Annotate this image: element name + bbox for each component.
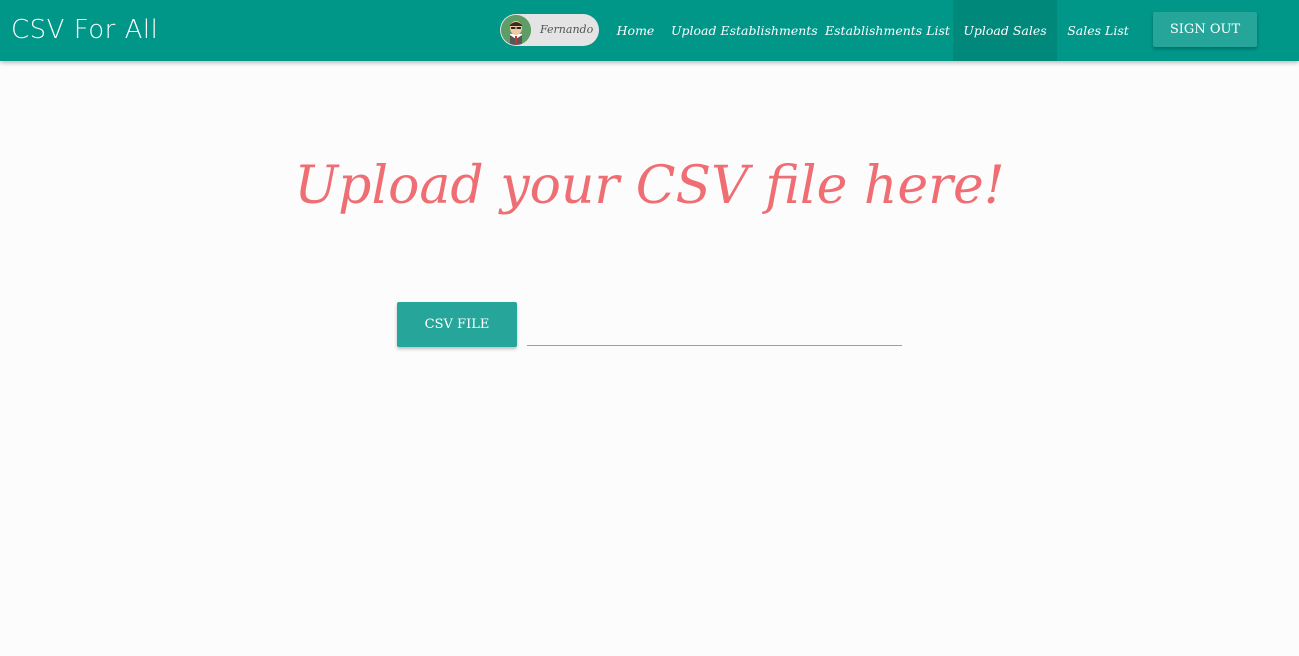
user-chip[interactable]: Fernando bbox=[500, 14, 599, 46]
nav-upload-sales[interactable]: Upload Sales bbox=[953, 0, 1057, 61]
top-navbar: CSV For All Fernando Home Upload Establi… bbox=[0, 0, 1299, 61]
csv-file-button[interactable]: CSV FILE bbox=[397, 302, 517, 347]
page-title: Upload your CSV file here! bbox=[294, 156, 1005, 216]
file-path-input[interactable] bbox=[527, 310, 902, 346]
nav-sales-list[interactable]: Sales List bbox=[1063, 0, 1133, 61]
nav-home[interactable]: Home bbox=[608, 0, 663, 61]
nav-upload-establishments[interactable]: Upload Establishments bbox=[671, 0, 818, 61]
user-name: Fernando bbox=[540, 23, 594, 36]
nav-establishments-list[interactable]: Establishments List bbox=[825, 0, 950, 61]
brand-logo[interactable]: CSV For All bbox=[11, 12, 158, 48]
sign-out-button[interactable]: SIGN OUT bbox=[1153, 12, 1257, 47]
user-avatar-icon bbox=[501, 15, 531, 45]
